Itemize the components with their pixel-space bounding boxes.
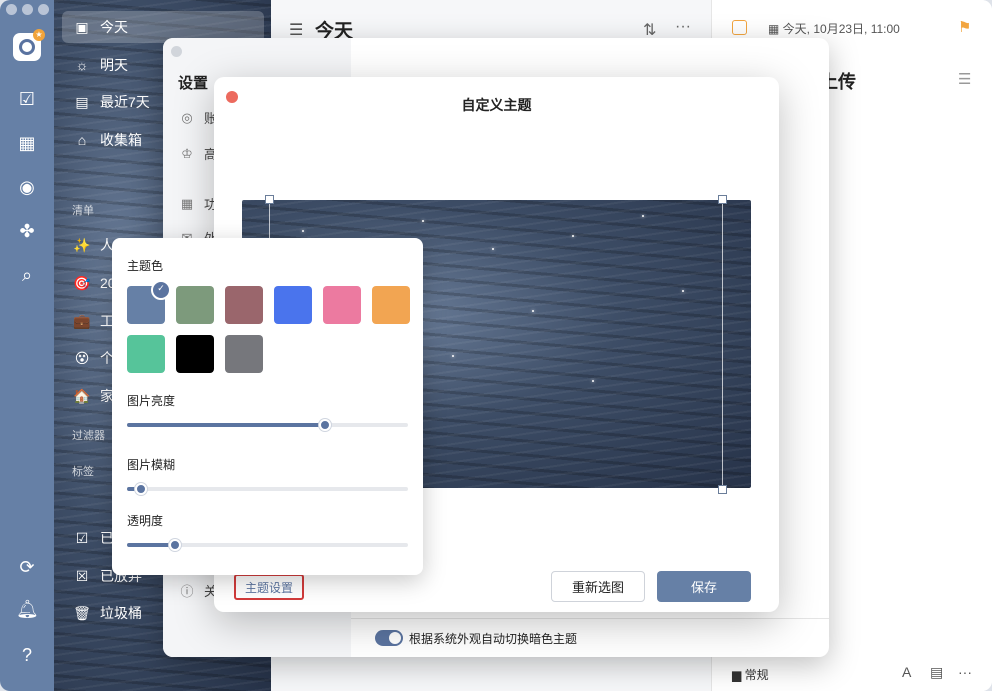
due-date[interactable]: ▦ 今天, 10月23日, 11:00 <box>768 20 900 37</box>
color-swatch[interactable] <box>225 286 263 324</box>
brightness-label: 图片亮度 <box>127 394 176 408</box>
opacity-label: 透明度 <box>127 514 164 528</box>
menu-icon[interactable]: ☰ <box>289 20 303 40</box>
color-swatch[interactable] <box>127 335 165 373</box>
list-selector-label: 常规 <box>744 668 769 682</box>
search-icon[interactable]: ⌕ <box>16 264 38 286</box>
color-swatch[interactable] <box>176 286 214 324</box>
crop-handle[interactable] <box>718 195 727 204</box>
list-selector[interactable]: ▆ 常规 <box>732 666 769 683</box>
briefcase-icon: 💼 <box>73 312 91 329</box>
app-window: ★ ☑ ▦ ◉ ✤ ⌕ ⟳ 🔔︎ ? ▣ 今天 ☼ 明天 ▤ 最近7天 ⌂ 收集箱 清单… <box>0 0 992 691</box>
house-icon: 🏠 <box>73 387 91 404</box>
lists-header: 清单 <box>72 205 94 217</box>
color-swatch[interactable] <box>225 335 263 373</box>
blur-knob[interactable] <box>135 483 148 495</box>
due-date-text: 今天, 10月23日, 11:00 <box>782 22 900 36</box>
blur-slider[interactable] <box>127 483 408 495</box>
sort-icon[interactable]: ⇅ <box>643 20 656 40</box>
color-swatch[interactable] <box>176 335 214 373</box>
window-zoom-dot[interactable] <box>38 4 49 15</box>
task-check-icon[interactable]: ☑ <box>16 88 38 110</box>
theme-settings-popup: 主题色 图片亮度 图片模糊 透明度 <box>112 238 423 575</box>
auto-dark-row: 根据系统外观自动切换暗色主题 <box>351 618 829 657</box>
reselect-image-button[interactable]: 重新选图 <box>551 571 645 602</box>
help-icon[interactable]: ? <box>16 644 38 666</box>
filters-header: 过滤器 <box>72 430 105 442</box>
theme-color-label: 主题色 <box>127 259 164 273</box>
opacity-knob[interactable] <box>168 539 181 551</box>
grid-icon: ▦ <box>180 195 194 211</box>
calendar-icon: ▦ <box>768 22 783 36</box>
settings-close-dot[interactable] <box>171 46 182 57</box>
inbox-icon: ⌂ <box>77 132 87 148</box>
text-format-icon[interactable]: A <box>902 664 911 680</box>
flag-icon[interactable]: ⚑ <box>958 18 971 36</box>
comment-icon[interactable]: ▤ <box>930 664 943 681</box>
sidebar-item-label: 垃圾桶 <box>100 605 142 621</box>
sidebar-item-label: 今天 <box>100 19 128 35</box>
settings-item-features[interactable]: ▦ 功 <box>178 194 217 213</box>
emoji-icon: 😵 <box>74 349 90 366</box>
settings-item-premium[interactable]: ♔ 高 <box>178 144 217 163</box>
sidebar-item-label: 最近7天 <box>100 94 150 110</box>
color-swatch[interactable] <box>127 280 171 324</box>
task-checkbox[interactable] <box>732 20 747 35</box>
more-icon[interactable]: ··· <box>675 18 691 36</box>
blur-label: 图片模糊 <box>127 458 176 472</box>
x-box-icon: ☒ <box>75 567 89 584</box>
target-icon: 🎯 <box>73 274 91 291</box>
theme-settings-button[interactable]: 主题设置 <box>234 574 304 600</box>
calendar-week-icon: ▤ <box>75 93 89 110</box>
nav-rail: ★ ☑ ▦ ◉ ✤ ⌕ ⟳ 🔔︎ ? <box>0 0 54 691</box>
auto-dark-toggle[interactable] <box>375 630 403 646</box>
sidebar-item-label: 明天 <box>100 57 128 73</box>
user-icon: ◎ <box>181 109 193 125</box>
bell-icon[interactable]: 🔔︎ <box>16 598 39 620</box>
more-icon[interactable]: ··· <box>958 664 972 680</box>
dialog-title: 自定义主题 <box>461 97 532 113</box>
info-icon: ⓘ <box>180 584 194 599</box>
brightness-fill <box>127 423 326 427</box>
color-swatch[interactable] <box>323 286 361 324</box>
settings-title: 设置 <box>178 75 209 92</box>
window-close-dot[interactable] <box>6 4 17 15</box>
save-button[interactable]: 保存 <box>657 571 751 602</box>
checkbox-icon: ☑ <box>75 529 89 546</box>
calendar-today-icon: ▣ <box>75 18 89 35</box>
focus-icon[interactable]: ◉ <box>16 176 38 198</box>
color-swatch[interactable] <box>372 286 410 324</box>
opacity-fill <box>127 543 175 547</box>
sidebar-item-label: 收集箱 <box>100 132 142 148</box>
brightness-knob[interactable] <box>319 419 332 431</box>
opacity-slider[interactable] <box>127 539 408 551</box>
crop-handle[interactable] <box>718 485 727 494</box>
sparkle-icon: ✨ <box>73 236 91 253</box>
sunrise-icon: ☼ <box>75 57 89 73</box>
sync-icon[interactable]: ⟳ <box>16 556 38 578</box>
settings-item-account[interactable]: ◎ 账 <box>178 108 217 127</box>
apps-icon[interactable]: ✤ <box>16 220 38 242</box>
auto-dark-label: 根据系统外观自动切换暗色主题 <box>409 631 578 646</box>
crown-icon: ♔ <box>181 145 193 161</box>
crop-handle[interactable] <box>265 195 274 204</box>
tags-header: 标签 <box>72 466 94 478</box>
app-logo: ★ <box>13 29 45 61</box>
trash-icon: 🗑︎ <box>73 604 91 621</box>
window-minimize-dot[interactable] <box>22 4 33 15</box>
settings-item-about[interactable]: ⓘ 关 <box>178 581 217 600</box>
list-box-icon: ▆ <box>732 668 745 682</box>
color-swatch[interactable] <box>274 286 312 324</box>
list-icon[interactable]: ☰ <box>958 70 971 88</box>
calendar-icon[interactable]: ▦ <box>16 132 38 154</box>
brightness-slider[interactable] <box>127 419 408 431</box>
